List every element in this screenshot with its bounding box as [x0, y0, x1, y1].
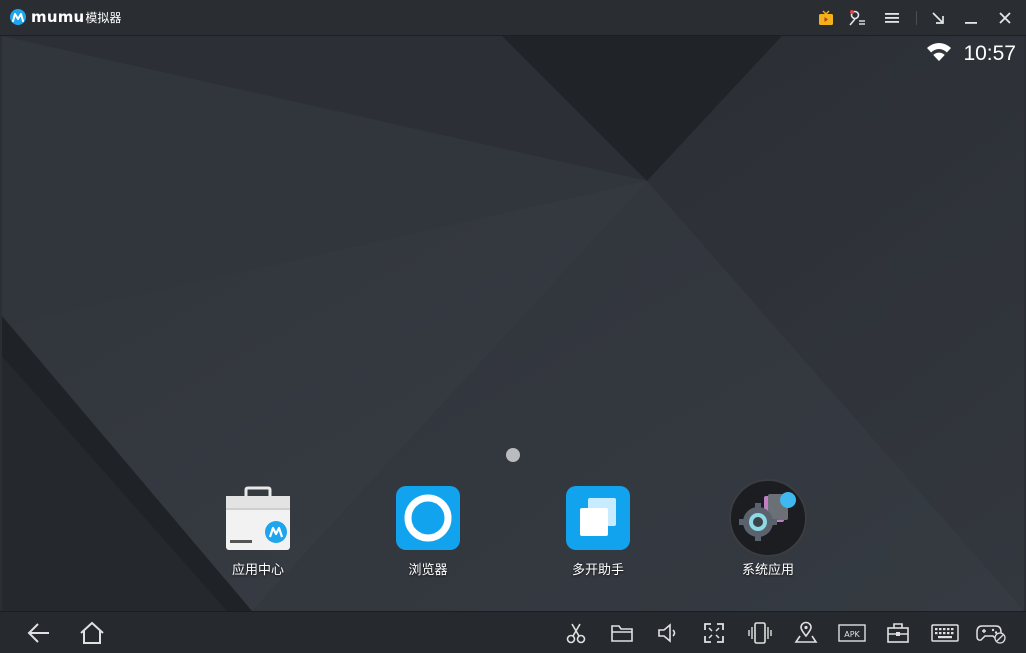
home-icon[interactable] [79, 620, 105, 646]
status-bar: 10:57 [925, 40, 1016, 68]
fullscreen-icon[interactable] [701, 620, 727, 646]
account-icon[interactable] [846, 7, 868, 29]
app-center-icon [226, 486, 290, 550]
system-apps-label: 系统应用 [741, 563, 794, 578]
system-apps-icon [728, 478, 808, 558]
shake-icon[interactable] [747, 620, 773, 646]
brand-name: mumu [31, 8, 85, 26]
shrink-icon[interactable] [927, 7, 949, 29]
app-title: mumu 模拟器 [31, 8, 121, 26]
volume-icon[interactable] [655, 620, 681, 646]
browser-label: 浏览器 [408, 563, 448, 578]
menu-icon[interactable] [881, 7, 903, 29]
titlebar-divider [916, 11, 917, 25]
multi-instance-icon [566, 486, 630, 550]
page-indicator [506, 448, 520, 462]
mumu-logo-icon [10, 9, 26, 25]
wifi-icon [925, 41, 953, 67]
folder-icon[interactable] [609, 620, 635, 646]
location-icon[interactable] [793, 620, 819, 646]
multi-instance-app[interactable]: 多开助手 [543, 486, 653, 578]
status-clock: 10:57 [963, 42, 1016, 65]
apk-icon[interactable]: APK [838, 620, 866, 646]
multi-instance-label: 多开助手 [571, 563, 624, 578]
gamepad-icon[interactable] [976, 620, 1006, 646]
browser-app[interactable]: 浏览器 [373, 486, 483, 578]
back-icon[interactable] [26, 620, 52, 646]
scissors-icon[interactable] [563, 620, 589, 646]
close-icon[interactable] [994, 7, 1016, 29]
app-center-label: 应用中心 [231, 563, 284, 578]
app-center-app[interactable]: 应用中心 [203, 486, 313, 578]
tv-icon[interactable] [815, 7, 837, 29]
keyboard-icon[interactable] [931, 620, 959, 646]
system-apps-app[interactable]: 系统应用 [713, 479, 823, 578]
brand-suffix: 模拟器 [85, 11, 122, 25]
apk-label: APK [844, 630, 860, 639]
title-bar: mumu 模拟器 [0, 0, 1026, 36]
wallpaper [2, 36, 1024, 611]
bottom-toolbar: APK [0, 611, 1026, 653]
browser-icon [396, 486, 460, 550]
minimize-icon[interactable] [960, 7, 982, 29]
android-screen[interactable]: 10:57 应用中心 浏览器 多开助手 系统应用 [2, 36, 1024, 611]
toolbox-icon[interactable] [885, 620, 911, 646]
